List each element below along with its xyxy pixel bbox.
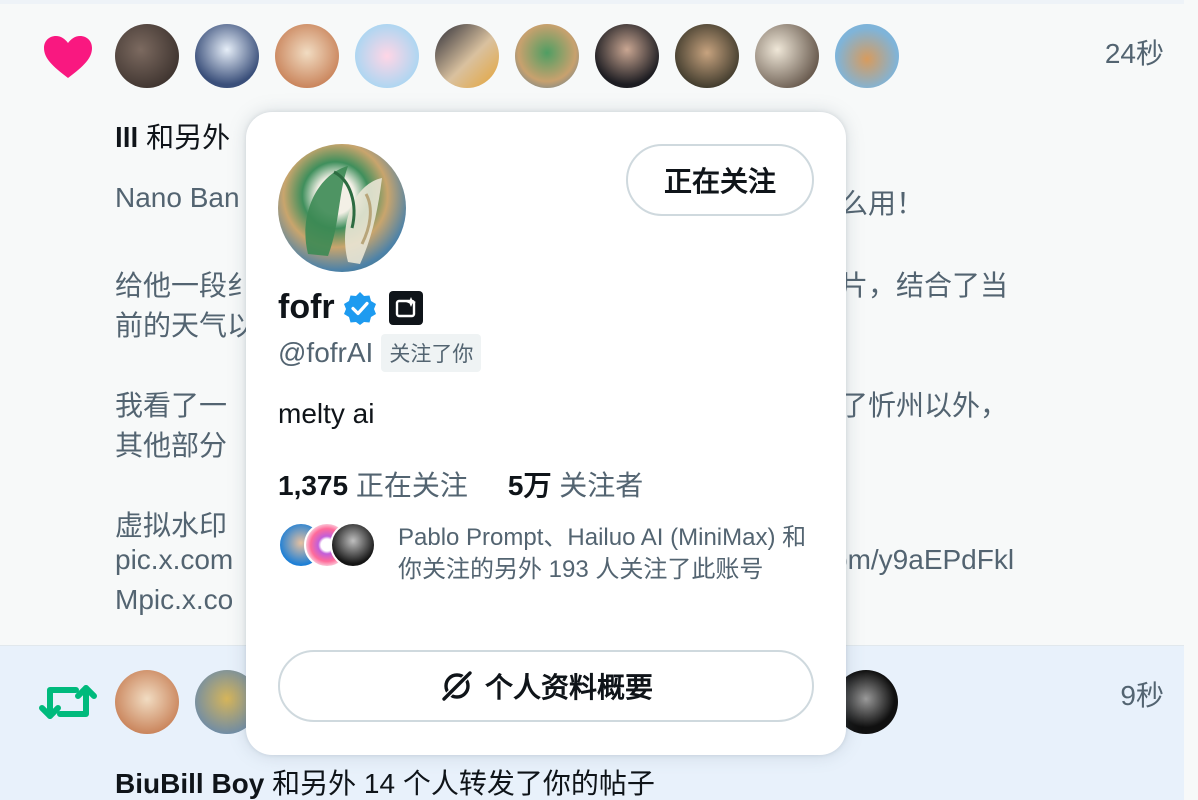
user-avatar[interactable]: [835, 24, 899, 88]
user-avatar[interactable]: [755, 24, 819, 88]
tweet-text-line: 虚拟水印: [115, 510, 228, 541]
profile-name-row: fofr: [278, 288, 423, 327]
tweet-text-line: 片，结合了当: [840, 270, 1009, 301]
liker-avatars: [115, 24, 899, 88]
user-avatar[interactable]: [115, 24, 179, 88]
tweet-text-line: 了忻州以外，: [840, 390, 1009, 421]
profile-summary-label: 个人资料概要: [484, 672, 653, 703]
mutual-followers-avatars[interactable]: [278, 522, 376, 568]
retweet-icon: [39, 685, 97, 719]
tweet-text-line: 前的天气以: [115, 310, 256, 341]
notification-time: 9秒: [1120, 680, 1164, 711]
tweet-text-line: 我看了一: [115, 390, 228, 421]
profile-bio: melty ai: [278, 398, 375, 429]
profile-handle-row: @fofrAI 关注了你: [278, 334, 482, 372]
user-avatar[interactable]: [275, 24, 339, 88]
profile-handle[interactable]: @fofrAI: [278, 337, 373, 369]
profile-avatar[interactable]: [278, 144, 406, 272]
user-avatar[interactable]: [435, 24, 499, 88]
tweet-text-line: Nano Ban: [115, 182, 240, 213]
notification-summary: BiuBill Boy 和另外 14 个人转发了你的帖子: [115, 768, 655, 799]
grok-icon: [440, 669, 474, 703]
tweet-link[interactable]: Mpic.x.co: [115, 584, 233, 616]
user-avatar[interactable]: [355, 24, 419, 88]
following-stat[interactable]: 1,375 正在关注: [278, 464, 468, 504]
tweet-link[interactable]: om/y9aEPdFkl: [832, 544, 1014, 576]
user-avatar[interactable]: [115, 670, 179, 734]
profile-summary-button[interactable]: 个人资料概要: [278, 650, 814, 722]
user-avatar[interactable]: [515, 24, 579, 88]
tweet-text-line: 么用！: [840, 188, 925, 219]
user-avatar[interactable]: [675, 24, 739, 88]
following-button[interactable]: 正在关注: [626, 144, 814, 216]
verified-badge-icon: [343, 291, 376, 325]
followers-stat[interactable]: 5万 关注者: [508, 464, 643, 504]
heart-icon: [44, 36, 92, 78]
profile-stats: 1,375 正在关注 5万 关注者: [278, 464, 643, 504]
profile-hover-card: 正在关注 fofr @fofrAI 关注了你 melty ai 1,375 正在…: [246, 112, 846, 755]
leaf-art-icon: [305, 166, 382, 264]
tweet-link[interactable]: pic.x.com: [115, 544, 233, 576]
mutual-followers-text[interactable]: Pablo Prompt、Hailuo AI (MiniMax) 和你关注的另外…: [398, 522, 818, 586]
tweet-text-line: 给他一段纟: [115, 270, 256, 301]
follows-you-badge: 关注了你: [381, 334, 482, 372]
retweeter-avatars: [115, 670, 259, 734]
affiliate-badge-icon[interactable]: [388, 290, 423, 325]
notification-time: 24秒: [1104, 38, 1164, 69]
tweet-text-line: 其他部分: [115, 430, 228, 461]
notification-summary: lll 和另外: [115, 122, 231, 153]
mutual-avatar: [330, 522, 376, 568]
user-avatar[interactable]: [595, 24, 659, 88]
summary-username[interactable]: lll: [115, 122, 138, 153]
user-avatar[interactable]: [195, 24, 259, 88]
summary-username[interactable]: BiuBill Boy: [115, 768, 264, 799]
profile-display-name[interactable]: fofr: [278, 288, 335, 327]
